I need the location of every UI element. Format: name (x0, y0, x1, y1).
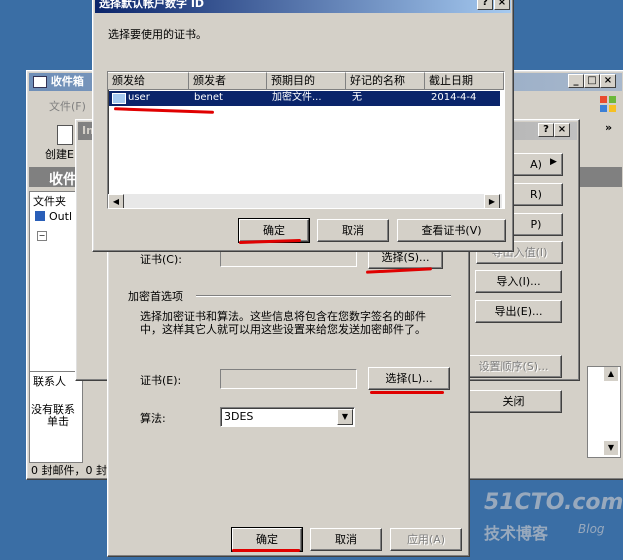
cert-cancel-button[interactable]: 取消 (317, 219, 389, 242)
col-expiry[interactable]: 截止日期 (425, 72, 504, 90)
cell-expiry: 2014-4-4 (431, 92, 477, 103)
outlook-close-button[interactable]: × (600, 74, 616, 88)
folders-label: 文件夹 (33, 195, 66, 208)
cell-issuer: benet (194, 92, 223, 103)
cert-close-button[interactable]: × (494, 0, 510, 10)
cert-dialog: 选择默认帐户数字 ID ? × 选择要使用的证书。 颁发给 颁发者 预期目的 好… (92, 0, 514, 252)
scroll-up-icon[interactable]: ▲ (604, 367, 618, 381)
outlook-maximize-button[interactable]: □ (584, 74, 600, 88)
cert-titlebar[interactable]: 选择默认帐户数字 ID (95, 0, 511, 13)
col-issuer[interactable]: 颁发者 (189, 72, 267, 90)
table-row[interactable]: user benet 加密文件... 无 2014-4-4 (109, 91, 500, 106)
cert-prompt: 选择要使用的证书。 (108, 28, 207, 41)
inbox-header-title: 收件 (49, 172, 77, 188)
side-button-3[interactable]: P) (509, 213, 563, 236)
col-purpose[interactable]: 预期目的 (267, 72, 346, 90)
encrypt-group-label: 加密首选项 (128, 290, 183, 303)
create-mail-icon (57, 125, 73, 145)
cell-issued-to: user (128, 92, 150, 103)
watermark-brand: 51CTO.com (484, 490, 623, 515)
close-button[interactable]: 关闭 (465, 390, 562, 413)
options-help-button[interactable]: ? (538, 123, 554, 137)
scroll-down-icon[interactable]: ▼ (604, 441, 618, 455)
side-button-2[interactable]: R) (509, 183, 563, 206)
outlook-app-icon (33, 76, 47, 88)
toolbar-create-label[interactable]: 创建E (45, 146, 74, 162)
hscrollbar[interactable]: ◀ ▶ (108, 194, 502, 208)
status-bar: 0 封邮件，0 封 (31, 464, 107, 477)
annotation-underline (232, 549, 300, 552)
contacts-label: 联系人 (33, 375, 66, 388)
security-dialog: 证书(C): 选择(S)... 加密首选项 选择加密证书和算法。这些信息将包含在… (107, 240, 470, 557)
cert-label: 证书(E): (140, 374, 182, 387)
encrypt-group-divider (196, 295, 451, 297)
algo-value: 3DES (224, 410, 254, 423)
algo-label: 算法: (140, 412, 166, 425)
security-apply-button[interactable]: 应用(A) (390, 528, 462, 551)
cert-icon (112, 93, 126, 104)
import-button[interactable]: 导入(I)... (475, 270, 562, 293)
cert-help-button[interactable]: ? (477, 0, 493, 10)
folder-root-label[interactable]: Outl (49, 210, 72, 223)
watermark-blog: Blog (578, 522, 605, 536)
security-cancel-button[interactable]: 取消 (310, 528, 382, 551)
side-button-1-arrow-icon: ▶ (550, 157, 557, 167)
dropdown-arrow-icon[interactable]: ▼ (337, 409, 353, 425)
cert-field (220, 369, 357, 389)
scroll-left-icon[interactable]: ◀ (108, 194, 124, 208)
cert-list[interactable]: 颁发给 颁发者 预期目的 好记的名称 截止日期 user benet 加密文件.… (107, 71, 505, 209)
windows-flag-icon (599, 95, 617, 113)
security-ok-button[interactable]: 确定 (231, 527, 303, 552)
encrypt-description: 选择加密证书和算法。这些信息将包含在您数字签名的邮件中，这样其它人就可以用这些设… (140, 310, 426, 336)
annotation-underline (113, 107, 215, 114)
cert-title: 选择默认帐户数字 ID (99, 0, 205, 10)
outlook-minimize-button[interactable]: _ (568, 74, 584, 88)
outlook-folder-icon (35, 211, 45, 221)
view-cert-button[interactable]: 查看证书(V) (397, 219, 506, 242)
set-order-button[interactable]: 设置顺序(S)... (465, 355, 562, 378)
col-friendly-name[interactable]: 好记的名称 (346, 72, 425, 90)
select-bottom-button[interactable]: 选择(L)... (368, 367, 450, 390)
cell-purpose: 加密文件... (272, 92, 322, 103)
scroll-right-icon[interactable]: ▶ (484, 194, 500, 208)
toolbar-chevron-icon[interactable]: » (605, 121, 612, 134)
cell-friendly: 无 (352, 92, 362, 103)
annotation-underline (370, 391, 444, 394)
contacts-click-text: 单击 (47, 415, 69, 428)
tree-expand-icon[interactable]: − (37, 231, 47, 241)
col-issued-to[interactable]: 颁发给 (108, 72, 189, 90)
options-close-button[interactable]: × (554, 123, 570, 137)
cert-top-label: 证书(C): (140, 253, 182, 266)
watermark-sub: 技术博客 (484, 524, 549, 543)
menu-file[interactable]: 文件(F) (49, 98, 86, 114)
algo-select[interactable]: 3DES ▼ (220, 407, 355, 427)
outlook-title: 收件箱 (50, 75, 84, 88)
export-button[interactable]: 导出(E)... (475, 300, 562, 323)
